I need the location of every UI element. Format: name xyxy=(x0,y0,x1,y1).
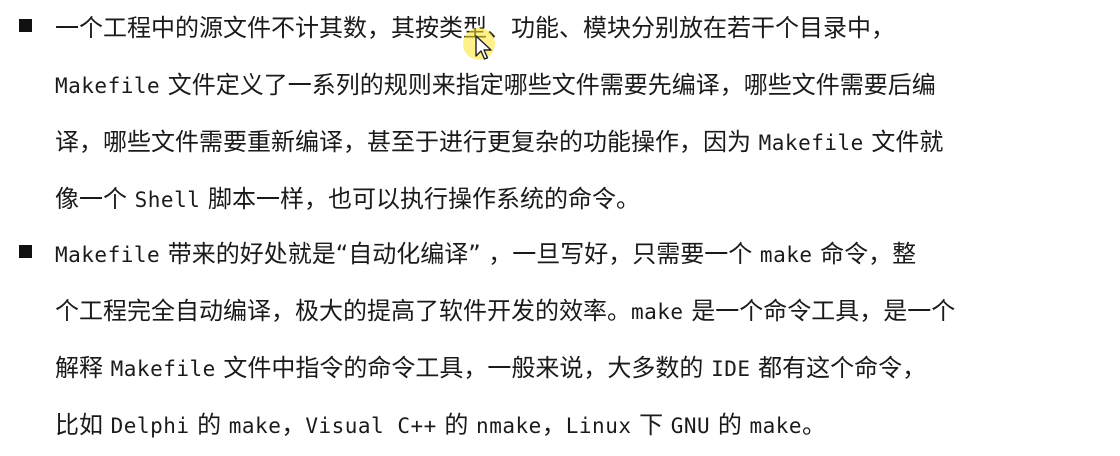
text-line: 解释 Makefile 文件中指令的命令工具，一般来说，大多数的 IDE 都有这… xyxy=(55,340,926,397)
text-run: 是一个命令工具，是一个 xyxy=(683,297,956,325)
code-term: GNU xyxy=(670,414,711,438)
code-term: make xyxy=(759,243,813,267)
text-run: 脚本一样，也可以执行操作系统的命令。 xyxy=(200,185,640,213)
text-line: Makefile 带来的好处就是“自动化编译” ，一旦写好，只需要一个 make… xyxy=(55,226,916,283)
text-run: 带来的好处就是“自动化编译” ，一旦写好，只需要一个 xyxy=(160,240,760,268)
text-run: 。 xyxy=(802,411,827,439)
text-line: Makefile 文件定义了一系列的规则来指定哪些文件需要先编译，哪些文件需要后… xyxy=(55,57,936,114)
text-run: ， xyxy=(541,411,566,439)
code-term: Shell xyxy=(134,188,201,212)
text-run: 都有这个命令， xyxy=(750,354,927,382)
code-term: Makefile xyxy=(758,131,864,155)
code-term: make xyxy=(631,300,684,324)
code-term: Makefile xyxy=(110,357,216,381)
code-term: Delphi xyxy=(110,414,190,438)
code-term: Linux xyxy=(565,414,632,438)
text-run: 文件就 xyxy=(863,128,944,156)
bullet-square-icon xyxy=(19,245,32,258)
code-term: Makefile xyxy=(55,74,161,98)
text-run: 文件中指令的命令工具，一般来说，大多数的 xyxy=(215,354,712,382)
code-term: nmake xyxy=(476,414,542,438)
text-line: 像一个 Shell 脚本一样，也可以执行操作系统的命令。 xyxy=(55,171,640,228)
text-line: 个工程完全自动编译，极大的提高了软件开发的效率。make 是一个命令工具，是一个 xyxy=(55,283,955,340)
text-run: 像一个 xyxy=(55,185,135,213)
text-run: 个工程完全自动编译，极大的提高了软件开发的效率。 xyxy=(55,297,631,325)
text-line: 比如 Delphi 的 make，Visual C++ 的 nmake，Linu… xyxy=(55,397,826,454)
bullet-square-icon xyxy=(19,19,32,32)
text-run: 的 xyxy=(710,411,750,439)
text-run: 解释 xyxy=(55,354,111,382)
text-run: 命令，整 xyxy=(812,240,917,268)
text-run: 译，哪些文件需要重新编译，甚至于进行更复杂的功能操作，因为 xyxy=(55,128,759,156)
code-term: make xyxy=(749,414,803,438)
text-run: 下 xyxy=(631,411,671,439)
code-term: make xyxy=(228,414,282,438)
text-run: 比如 xyxy=(55,411,111,439)
mouse-pointer-icon xyxy=(475,35,492,60)
slide-content: 一个工程中的源文件不计其数，其按类型、功能、模块分别放在若干个目录中， Make… xyxy=(0,0,1120,456)
code-term: Makefile xyxy=(55,243,161,267)
text-line: 译，哪些文件需要重新编译，甚至于进行更复杂的功能操作，因为 Makefile 文… xyxy=(55,114,943,171)
text-run: 的 xyxy=(436,411,477,439)
text-run: 文件定义了一系列的规则来指定哪些文件需要先编译，哪些文件需要后编 xyxy=(160,71,936,99)
text-run: 的 xyxy=(189,411,229,439)
code-term: Visual C++ xyxy=(305,414,437,438)
text-run: ， xyxy=(281,411,306,439)
code-term: IDE xyxy=(711,357,751,381)
